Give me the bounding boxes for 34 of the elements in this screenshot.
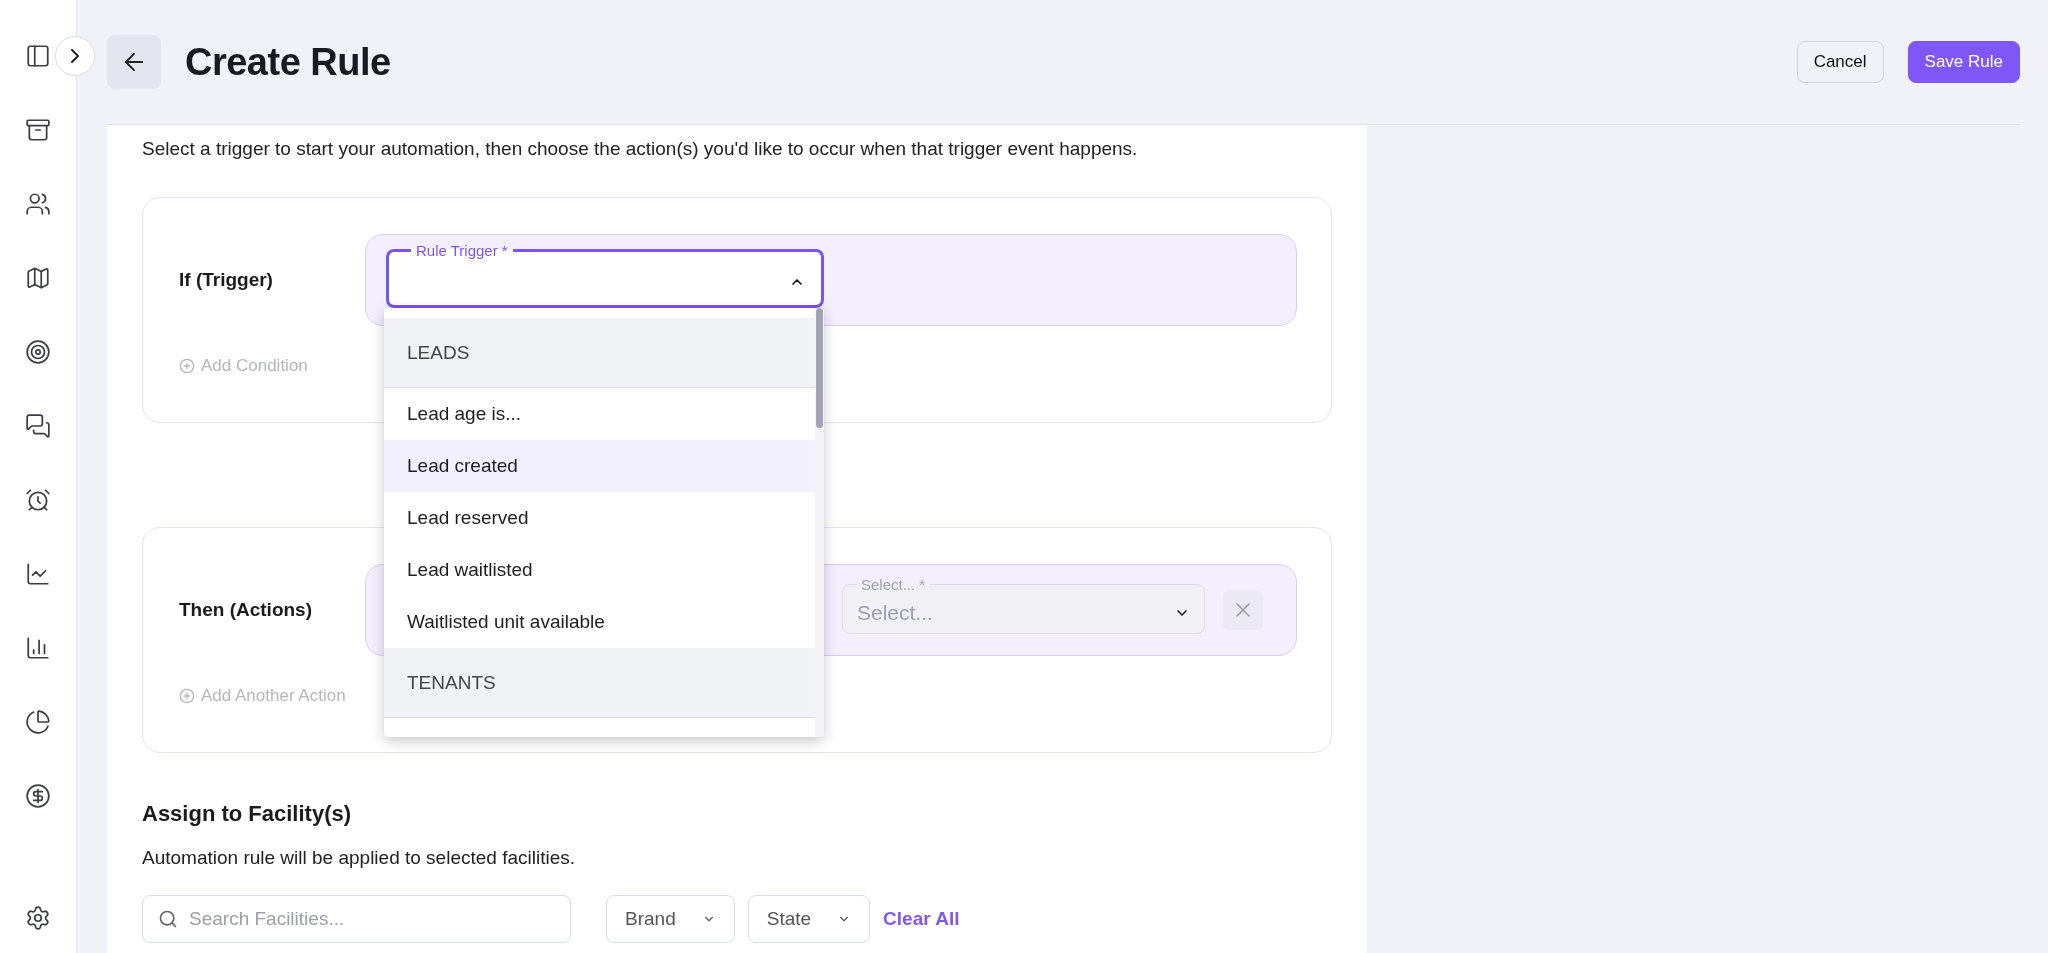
target-icon[interactable]: [25, 339, 51, 365]
archive-icon[interactable]: [25, 117, 51, 143]
save-button[interactable]: Save Rule: [1907, 41, 2020, 83]
section-description: Automation rule will be applied to selected facilities.: [142, 847, 576, 869]
messages-icon[interactable]: [25, 413, 51, 439]
filter-dropdown[interactable]: State: [747, 895, 871, 943]
plus-circle-icon: [179, 688, 195, 704]
group-header: TENANTS: [384, 648, 815, 718]
section-title: Assign to Facility(s): [142, 801, 353, 827]
group-header: LEADS: [384, 318, 815, 388]
scrollbar-thumb[interactable]: [816, 308, 823, 428]
intro-text: Select a trigger to start your automation, then choose the action(s) you'd like to occur when that trigger event happens.: [142, 137, 1139, 161]
page-title: Create Rule: [185, 40, 392, 84]
back-button[interactable]: [107, 35, 161, 89]
menu-item[interactable]: Lead created: [384, 440, 815, 492]
filter-dropdown[interactable]: Brand: [606, 895, 735, 943]
users-icon[interactable]: [25, 191, 51, 217]
alarm-clock-icon[interactable]: [25, 487, 51, 513]
bar-chart-icon[interactable]: [25, 635, 51, 661]
dollar-icon[interactable]: [25, 783, 51, 809]
cancel-button[interactable]: Cancel: [1796, 41, 1884, 83]
trigger-label: If (Trigger): [179, 269, 274, 291]
layout-icon[interactable]: [25, 43, 51, 69]
plus-circle-icon: [179, 358, 195, 374]
actions-label: Then (Actions): [179, 599, 313, 621]
search-icon: [158, 909, 178, 929]
clear-all-link[interactable]: Clear All: [883, 908, 960, 930]
search-field[interactable]: Search Facilities...: [142, 895, 571, 943]
expand-sidebar-button[interactable]: [55, 36, 95, 76]
line-chart-icon[interactable]: [25, 561, 51, 587]
settings-icon[interactable]: [25, 905, 51, 931]
pie-chart-icon[interactable]: [25, 709, 51, 735]
map-icon[interactable]: [25, 265, 51, 291]
rule-trigger-select[interactable]: Rule Trigger *: [386, 242, 824, 308]
